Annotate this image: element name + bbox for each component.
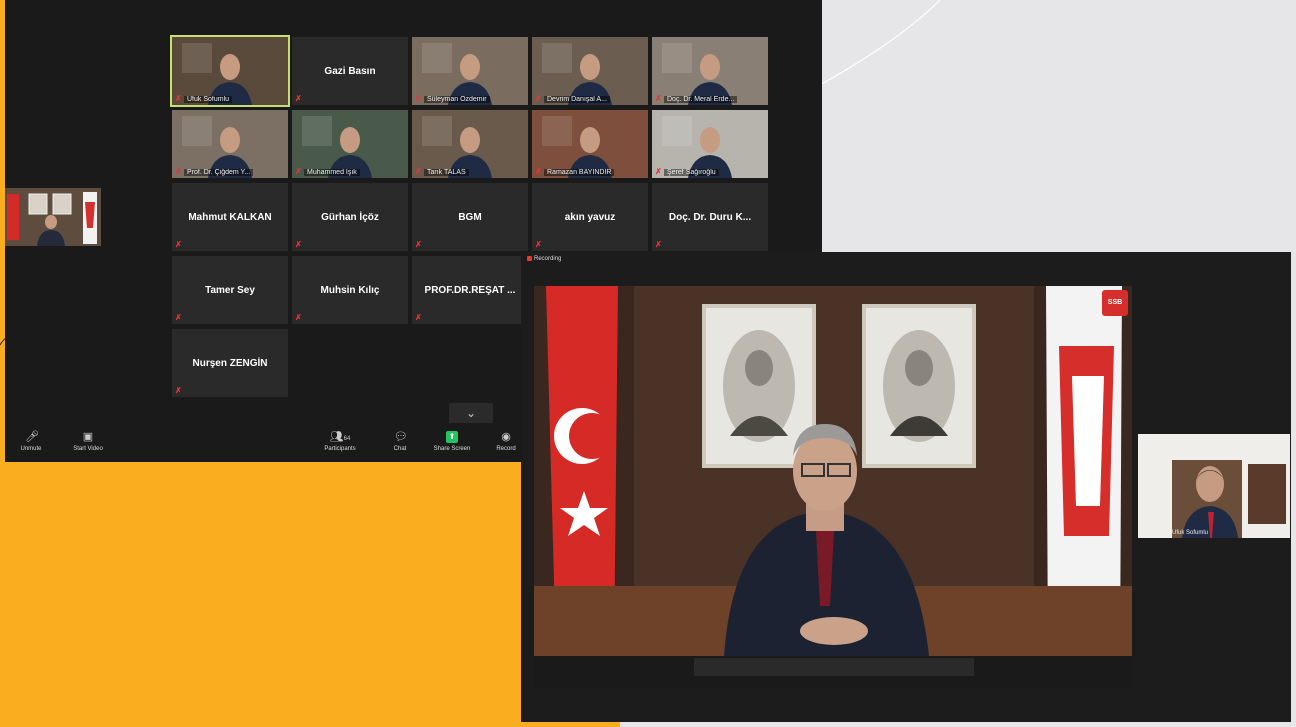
muted-mic-icon: ✗ bbox=[415, 94, 422, 103]
participant-name: Tamer Sey bbox=[205, 284, 255, 296]
participant-name: PROF.DR.REŞAT ... bbox=[424, 284, 516, 296]
participant-name: Prof. Dr. Çiğdem Y... bbox=[184, 169, 254, 176]
share-screen-icon: ⬆ bbox=[446, 431, 458, 443]
muted-mic-icon: ✗ bbox=[295, 240, 302, 249]
participant-name: Muhsin Kılıç bbox=[320, 284, 380, 296]
participant-name: Muhammed Işık bbox=[304, 169, 360, 176]
muted-mic-icon: ✗ bbox=[295, 313, 302, 322]
recording-dot-icon bbox=[527, 256, 532, 261]
participant-tile[interactable]: BGM ✗ bbox=[412, 183, 528, 251]
participant-tile[interactable]: Tamer Sey ✗ bbox=[172, 256, 288, 324]
unmute-button[interactable]: 🎤︎ Unmute bbox=[13, 431, 49, 452]
participant-tile[interactable]: ✗ Şeref Sağıroğlu bbox=[652, 110, 768, 178]
participant-tile[interactable]: Gazi Basın ✗ bbox=[292, 37, 408, 105]
chat-label: Chat bbox=[393, 446, 407, 452]
muted-mic-icon: ✗ bbox=[535, 240, 542, 249]
muted-mic-icon: ✗ bbox=[415, 240, 422, 249]
record-label: Record bbox=[496, 446, 516, 452]
participant-name: Ufuk Sofumlu bbox=[184, 96, 233, 103]
zoom-speaker-window: Recording SSB Ufuk Sofumlu bbox=[521, 252, 1291, 722]
participant-name: Mahmut KALKAN bbox=[188, 211, 272, 223]
participant-name: Gürhan İçöz bbox=[321, 211, 379, 223]
recording-label: Recording bbox=[534, 256, 562, 263]
participant-tile[interactable]: Nurşen ZENGİN ✗ bbox=[172, 329, 288, 397]
gallery-page-chevron-button[interactable]: ⌄ bbox=[449, 403, 493, 423]
participant-tile[interactable]: Muhsin Kılıç ✗ bbox=[292, 256, 408, 324]
muted-mic-icon: ✗ bbox=[655, 240, 662, 249]
side-participant-name: Ufuk Sofumlu bbox=[1172, 530, 1209, 536]
participant-name: Süleyman Özdemir bbox=[424, 96, 490, 103]
side-participant-scene bbox=[1138, 434, 1290, 538]
muted-mic-icon: ✗ bbox=[415, 313, 422, 322]
chat-button[interactable]: 💬︎ Chat bbox=[387, 431, 413, 452]
participant-video bbox=[652, 110, 768, 178]
muted-mic-icon: ✗ bbox=[175, 94, 182, 103]
participant-video bbox=[292, 110, 408, 178]
muted-mic-icon: ✗ bbox=[175, 240, 182, 249]
speaker-scene bbox=[534, 286, 1132, 688]
participants-label: Participants bbox=[324, 446, 356, 452]
participant-video bbox=[532, 110, 648, 178]
participant-tile[interactable]: Mahmut KALKAN ✗ bbox=[172, 183, 288, 251]
muted-mic-icon: ✗ bbox=[655, 167, 662, 176]
participant-name: Doç. Dr. Meral Erde... bbox=[664, 96, 738, 103]
muted-mic-icon: ✗ bbox=[175, 167, 182, 176]
participant-name: BGM bbox=[458, 211, 482, 223]
participant-tile[interactable]: PROF.DR.REŞAT ... ✗ bbox=[412, 256, 528, 324]
video-camera-muted-icon: ▣ bbox=[82, 431, 94, 443]
participant-video bbox=[412, 110, 528, 178]
participant-tile[interactable]: ✗ Doç. Dr. Meral Erde... bbox=[652, 37, 768, 105]
share-screen-label: Share Screen bbox=[433, 446, 471, 452]
participant-video bbox=[652, 37, 768, 105]
recording-indicator: Recording bbox=[527, 256, 561, 262]
muted-mic-icon: ✗ bbox=[295, 94, 302, 103]
record-icon: ◉ bbox=[501, 431, 511, 443]
unmute-label: Unmute bbox=[20, 446, 42, 452]
participant-tile[interactable]: akın yavuz ✗ bbox=[532, 183, 648, 251]
participant-name: Ramazan BAYINDIR bbox=[544, 169, 615, 176]
start-video-label: Start Video bbox=[73, 446, 103, 452]
participant-name: Nurşen ZENGİN bbox=[192, 357, 268, 369]
participant-video bbox=[532, 37, 648, 105]
record-button[interactable]: ◉ Record bbox=[491, 431, 521, 452]
participant-name: Şeref Sağıroğlu bbox=[664, 169, 719, 176]
participant-tile[interactable]: ✗ Tarık TALAS bbox=[412, 110, 528, 178]
participant-video bbox=[172, 37, 288, 105]
muted-mic-icon: ✗ bbox=[295, 167, 302, 176]
muted-mic-icon: ✗ bbox=[655, 94, 662, 103]
chat-bubble-icon: 💬︎ bbox=[394, 431, 408, 443]
self-view-video[interactable] bbox=[5, 188, 101, 246]
participant-tile[interactable]: ✗ Süleyman Özdemir bbox=[412, 37, 528, 105]
participants-button[interactable]: 👥︎64 Participants bbox=[315, 431, 365, 452]
participant-name: Doç. Dr. Duru K... bbox=[668, 211, 752, 223]
participant-tile[interactable]: ✗ Devrim Danışal A... bbox=[532, 37, 648, 105]
participant-tile[interactable]: ✗ Muhammed Işık bbox=[292, 110, 408, 178]
active-speaker-video[interactable]: SSB bbox=[534, 286, 1132, 688]
ssb-logo-badge: SSB bbox=[1102, 290, 1128, 316]
participant-tile[interactable]: Doç. Dr. Duru K... ✗ bbox=[652, 183, 768, 251]
self-view-scene bbox=[5, 188, 101, 246]
participant-tile[interactable]: ✗ Ufuk Sofumlu bbox=[170, 35, 290, 107]
participant-name: Tarık TALAS bbox=[424, 169, 469, 176]
muted-mic-icon: ✗ bbox=[535, 167, 542, 176]
participant-tile[interactable]: ✗ Ramazan BAYINDIR bbox=[532, 110, 648, 178]
chevron-down-icon: ⌄ bbox=[465, 406, 477, 420]
microphone-muted-icon: 🎤︎ bbox=[25, 431, 39, 443]
participant-tile[interactable]: Gürhan İçöz ✗ bbox=[292, 183, 408, 251]
muted-mic-icon: ✗ bbox=[415, 167, 422, 176]
participant-name: Devrim Danışal A... bbox=[544, 96, 610, 103]
muted-mic-icon: ✗ bbox=[535, 94, 542, 103]
participant-name: Gazi Basın bbox=[324, 65, 376, 77]
start-video-button[interactable]: ▣ Start Video bbox=[63, 431, 113, 452]
participant-tile[interactable]: ✗ Prof. Dr. Çiğdem Y... bbox=[172, 110, 288, 178]
participants-icon: 👥︎64 bbox=[329, 431, 351, 443]
share-screen-button[interactable]: ⬆ Share Screen bbox=[429, 431, 475, 452]
participant-name: akın yavuz bbox=[564, 211, 616, 223]
participant-video bbox=[172, 110, 288, 178]
participants-count: 64 bbox=[343, 436, 351, 442]
muted-mic-icon: ✗ bbox=[175, 313, 182, 322]
muted-mic-icon: ✗ bbox=[175, 386, 182, 395]
participant-video bbox=[412, 37, 528, 105]
side-participant-thumbnail[interactable]: Ufuk Sofumlu bbox=[1138, 434, 1290, 538]
